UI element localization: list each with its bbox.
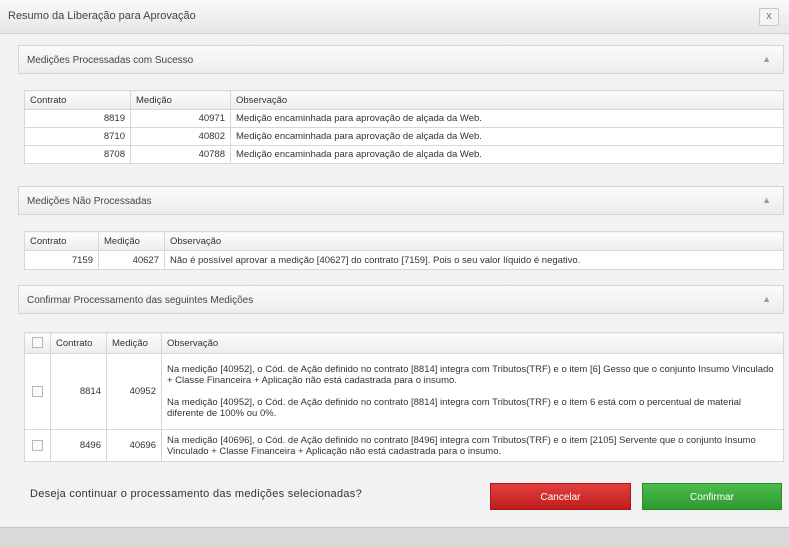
column-header-medicao[interactable]: Medição [130,90,231,110]
table-row[interactable]: 8819 40971 Medição encaminhada para apro… [24,109,784,128]
chevron-up-icon[interactable]: ▲ [762,195,771,205]
cell-contrato: 8708 [24,145,131,164]
table-header-row: Contrato Medição Observação [24,90,784,110]
chevron-up-icon[interactable]: ▲ [762,294,771,304]
section-header-processed[interactable]: Medições Processadas com Sucesso ▲ [18,45,784,74]
cancel-button[interactable]: Cancelar [490,483,631,510]
observation-text: Na medição [40952], o Cód. de Ação defin… [167,397,742,419]
cell-observacao: Não é possível aprovar a medição [40627]… [164,250,784,270]
column-header-contrato[interactable]: Contrato [24,231,99,251]
row-checkbox[interactable] [32,439,43,451]
cell-observacao: Na medição [40952], o Cód. de Ação defin… [161,353,784,430]
column-header-observacao[interactable]: Observação [164,231,784,251]
cell-medicao: 40696 [106,429,162,462]
cell-contrato: 8819 [24,109,131,128]
table-header-row: Contrato Medição Observação [24,231,784,251]
column-header-contrato[interactable]: Contrato [50,332,107,354]
chevron-up-icon[interactable]: ▲ [762,54,771,64]
close-icon[interactable]: x [759,8,779,26]
confirm-button[interactable]: Confirmar [642,483,782,510]
confirmation-question: Deseja continuar o processamento das med… [30,488,362,500]
dialog-footer [0,527,789,547]
table-row[interactable]: 8710 40802 Medição encaminhada para apro… [24,127,784,146]
section-header-confirm[interactable]: Confirmar Processamento das seguintes Me… [18,285,784,314]
cell-contrato: 8710 [24,127,131,146]
cell-medicao: 40627 [98,250,165,270]
cell-observacao: Na medição [40696], o Cód. de Ação defin… [161,429,784,462]
section-title: Medições Processadas com Sucesso [27,55,194,66]
not-processed-table: Contrato Medição Observação 7159 40627 N… [24,231,784,270]
cell-contrato: 7159 [24,250,99,270]
column-header-medicao[interactable]: Medição [98,231,165,251]
table-row[interactable]: 8814 40952 Na medição [40952], o Cód. de… [24,353,784,430]
cell-contrato: 8814 [50,353,107,430]
table-row[interactable]: 8708 40788 Medição encaminhada para apro… [24,145,784,164]
row-select-cell [24,353,51,430]
section-title: Medições Não Processadas [27,196,152,207]
cell-observacao: Medição encaminhada para aprovação de al… [230,145,784,164]
dialog-titlebar: Resumo da Liberação para Aprovação x [0,0,789,34]
table-row[interactable]: 7159 40627 Não é possível aprovar a medi… [24,250,784,270]
observation-text: Na medição [40952], o Cód. de Ação defin… [167,364,774,386]
cell-contrato: 8496 [50,429,107,462]
cell-medicao: 40971 [130,109,231,128]
cell-observacao: Medição encaminhada para aprovação de al… [230,109,784,128]
cell-medicao: 40802 [130,127,231,146]
column-header-medicao[interactable]: Medição [106,332,162,354]
section-title: Confirmar Processamento das seguintes Me… [27,295,254,306]
column-header-observacao[interactable]: Observação [230,90,784,110]
row-checkbox[interactable] [32,385,43,397]
select-all-cell [24,332,51,354]
confirm-table: Contrato Medição Observação 8814 40952 N… [24,332,784,462]
table-row[interactable]: 8496 40696 Na medição [40696], o Cód. de… [24,429,784,462]
select-all-checkbox[interactable] [32,337,43,349]
cell-observacao: Medição encaminhada para aprovação de al… [230,127,784,146]
column-header-observacao[interactable]: Observação [161,332,784,354]
cell-medicao: 40952 [106,353,162,430]
column-header-contrato[interactable]: Contrato [24,90,131,110]
row-select-cell [24,429,51,462]
processed-table: Contrato Medição Observação 8819 40971 M… [24,90,784,164]
table-header-row: Contrato Medição Observação [24,332,784,354]
observation-text: Na medição [40696], o Cód. de Ação defin… [167,434,756,457]
cell-medicao: 40788 [130,145,231,164]
section-header-not-processed[interactable]: Medições Não Processadas ▲ [18,186,784,215]
dialog-title: Resumo da Liberação para Aprovação [8,10,196,22]
